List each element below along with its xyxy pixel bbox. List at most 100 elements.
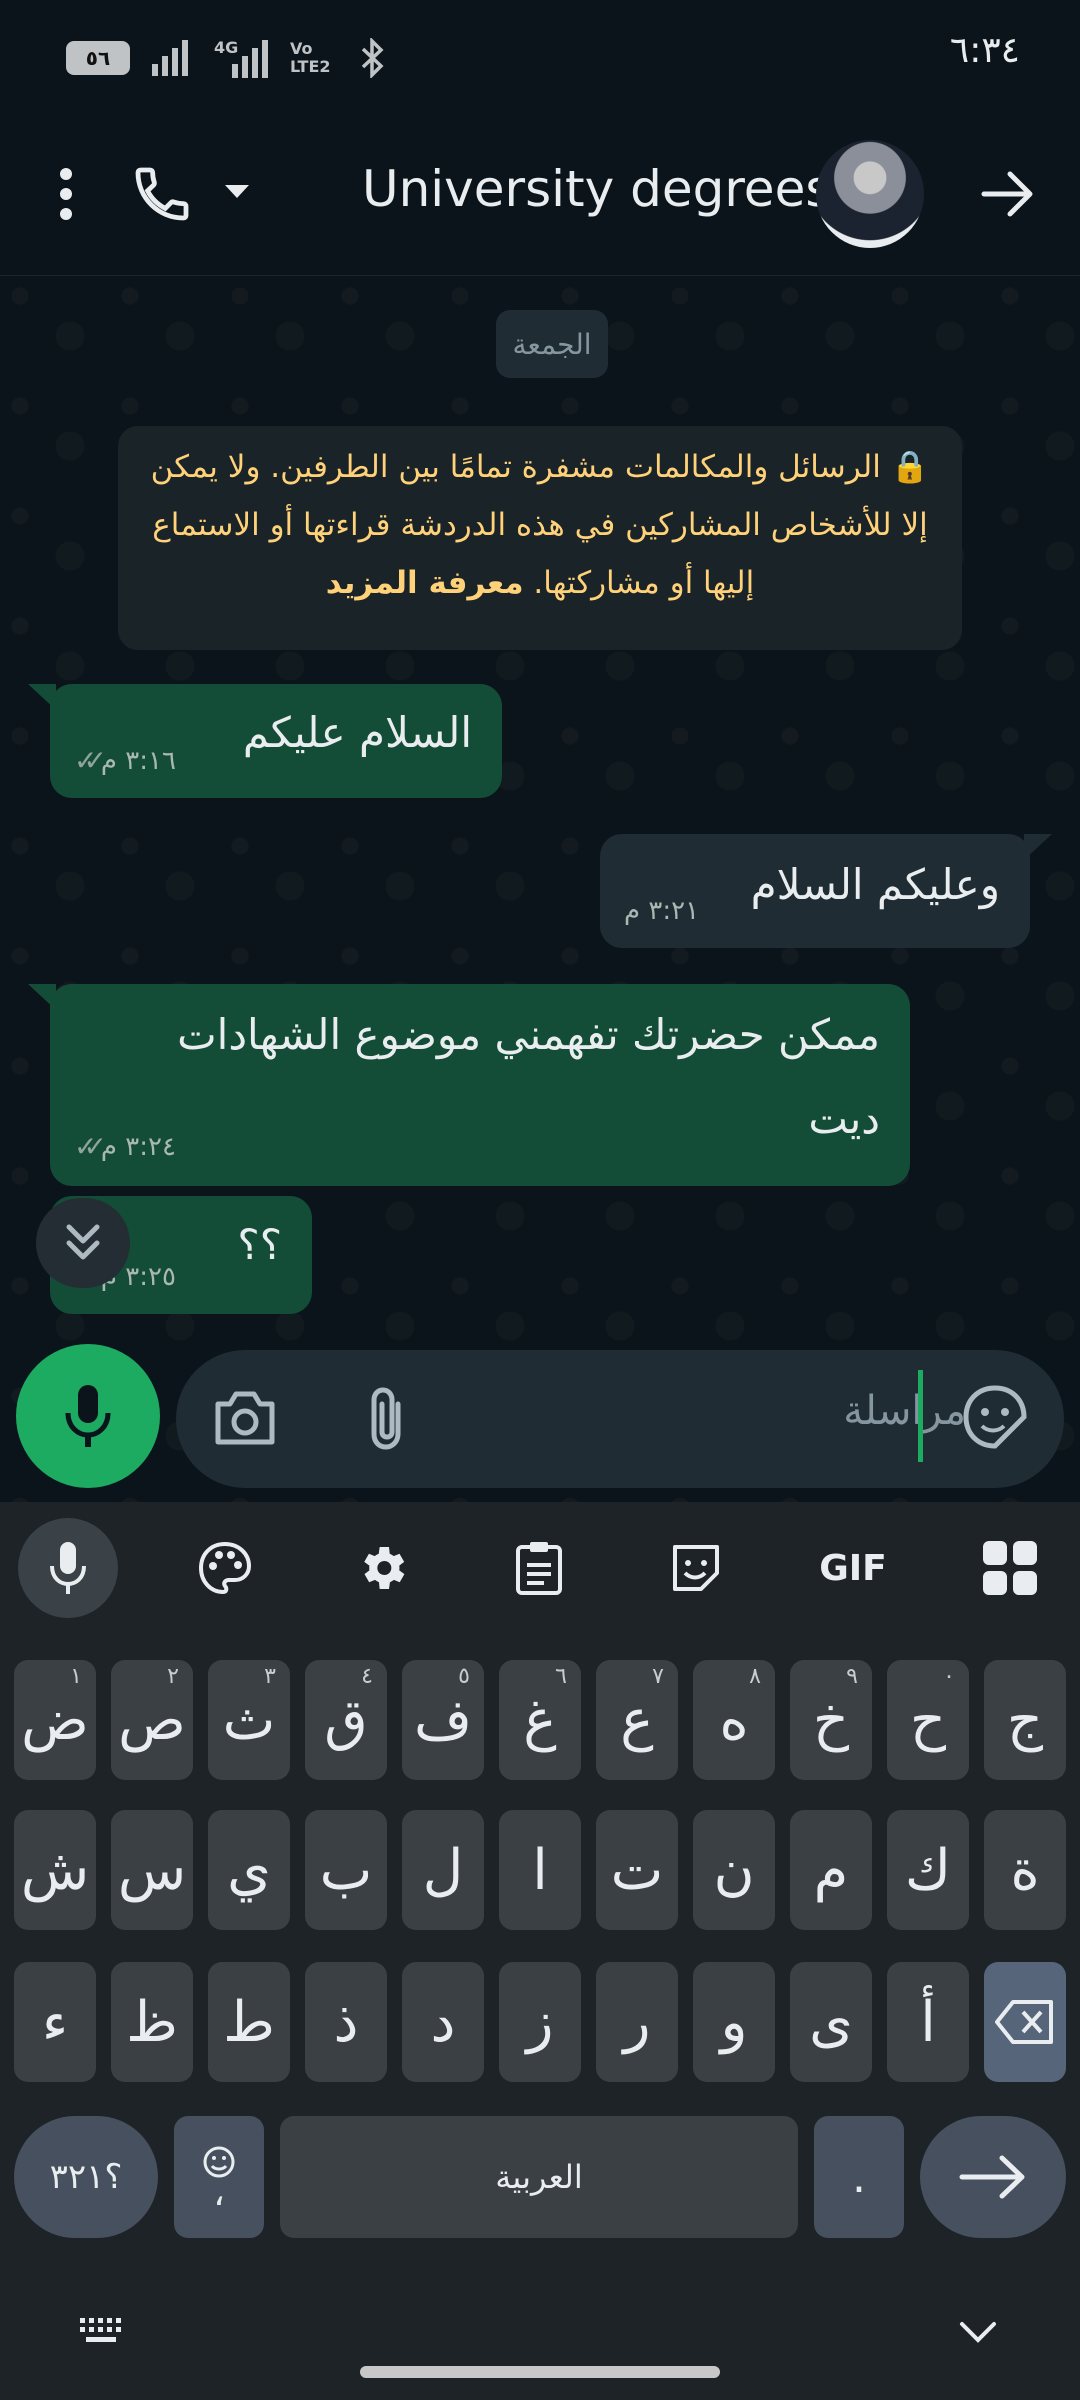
key[interactable]: ب	[305, 1810, 387, 1930]
bubble-tail	[1024, 834, 1052, 860]
message-bubble-in[interactable]: وعليكم السلام ٣:٢١ م	[600, 834, 1052, 948]
key[interactable]: ى	[790, 1962, 872, 2082]
key[interactable]: م	[790, 1810, 872, 1930]
read-ticks-icon: ✓✓	[74, 1130, 107, 1163]
more-icon[interactable]	[44, 164, 88, 228]
message-time: ٣:٢٤ م	[100, 1131, 176, 1162]
key[interactable]: ا	[499, 1810, 581, 1930]
read-ticks-icon: ✓✓	[74, 744, 107, 777]
chat-title[interactable]: University degrees	[362, 160, 831, 218]
symbols-key[interactable]: ؟٣٢١	[14, 2116, 158, 2238]
bluetooth-icon	[361, 38, 384, 78]
period-key[interactable]: .	[814, 2116, 904, 2238]
message-text: وعليكم السلام	[750, 860, 1000, 909]
keyboard-switch-icon[interactable]	[78, 2316, 128, 2350]
key-label: ة	[1010, 1837, 1040, 1903]
scroll-to-bottom-button[interactable]	[36, 1198, 130, 1288]
key-label: غ	[523, 1687, 557, 1753]
message-text: السلام عليكم	[242, 708, 472, 757]
enter-arrow-icon	[959, 2155, 1025, 2199]
key[interactable]: ذ	[305, 1962, 387, 2082]
camera-icon[interactable]	[212, 1388, 278, 1452]
key-label: ن	[713, 1837, 755, 1903]
key[interactable]: ط	[208, 1962, 290, 2082]
key-hint: ٤	[361, 1664, 373, 1689]
key[interactable]: ر	[596, 1962, 678, 2082]
key[interactable]: ض١	[14, 1660, 96, 1780]
key[interactable]: ص٢	[111, 1660, 193, 1780]
key[interactable]: ن	[693, 1810, 775, 1930]
key-label: ث	[222, 1687, 276, 1753]
key[interactable]: ز	[499, 1962, 581, 2082]
message-bubble-out[interactable]: السلام عليكم ٣:١٦ م ✓✓	[28, 684, 502, 798]
key[interactable]: أ	[887, 1962, 969, 2082]
gif-button[interactable]: GIF	[803, 1518, 903, 1618]
emoji-key[interactable]: ،	[174, 2116, 264, 2238]
key-label: ي	[227, 1837, 271, 1903]
space-key[interactable]: العربية	[280, 2116, 798, 2238]
sticker-icon[interactable]	[646, 1518, 746, 1618]
key-label: د	[430, 1989, 456, 2055]
gear-icon[interactable]	[332, 1518, 432, 1618]
key[interactable]: ش	[14, 1810, 96, 1930]
learn-more-link[interactable]: معرفة المزيد	[326, 565, 524, 601]
key[interactable]: ك	[887, 1810, 969, 1930]
key[interactable]: ل	[402, 1810, 484, 1930]
dropdown-icon[interactable]	[222, 182, 252, 206]
message-time: ٣:٢١ م	[624, 896, 700, 926]
message-bubble-out[interactable]: ممكن حضرتك تفهمني موضوع الشهادات ديت ٣:٢…	[28, 984, 910, 1186]
key[interactable]: ح٠	[887, 1660, 969, 1780]
palette-icon[interactable]	[175, 1518, 275, 1618]
key[interactable]: ع٧	[596, 1660, 678, 1780]
attach-icon[interactable]	[362, 1384, 412, 1456]
sticker-icon[interactable]	[962, 1384, 1028, 1454]
keyboard	[0, 1502, 1080, 2400]
key-hint: ٨	[749, 1664, 761, 1689]
apps-icon[interactable]	[960, 1518, 1060, 1618]
key[interactable]: ء	[14, 1962, 96, 2082]
key-label: ظ	[126, 1989, 178, 2055]
hide-keyboard-icon[interactable]	[958, 2320, 998, 2350]
key-label: ع	[620, 1687, 654, 1753]
key[interactable]: و	[693, 1962, 775, 2082]
key[interactable]: ق٤	[305, 1660, 387, 1780]
key[interactable]: ه٨	[693, 1660, 775, 1780]
key[interactable]: ي	[208, 1810, 290, 1930]
key-label: ك	[904, 1837, 952, 1903]
key[interactable]: ج	[984, 1660, 1066, 1780]
clipboard-icon[interactable]	[489, 1518, 589, 1618]
key[interactable]: ث٣	[208, 1660, 290, 1780]
signal-icon	[152, 40, 188, 76]
key-hint: ٦	[555, 1664, 567, 1689]
key[interactable]: س	[111, 1810, 193, 1930]
voice-record-button[interactable]	[16, 1344, 160, 1488]
encryption-notice[interactable]: 🔒 الرسائل والمكالمات مشفرة تمامًا بين ال…	[118, 426, 962, 650]
key[interactable]: خ٩	[790, 1660, 872, 1780]
key-hint: ١	[70, 1664, 82, 1689]
chat-header: University degrees	[0, 120, 1080, 276]
status-icons: ٥٦ 4G Vo LTE2	[66, 38, 386, 78]
key[interactable]: غ٦	[499, 1660, 581, 1780]
enter-key[interactable]	[920, 2116, 1066, 2238]
key[interactable]: ت	[596, 1810, 678, 1930]
key[interactable]: ف٥	[402, 1660, 484, 1780]
message-text: ؟؟	[237, 1220, 282, 1269]
key-label: ض	[21, 1687, 89, 1753]
phone-icon[interactable]	[130, 162, 194, 230]
key-label: ق	[324, 1687, 368, 1753]
key-hint: ٢	[167, 1664, 179, 1689]
backspace-icon	[995, 2000, 1053, 2044]
message-time: ٣:١٦ م	[100, 745, 176, 776]
mic-icon[interactable]	[18, 1518, 118, 1618]
key-label: و	[720, 1989, 748, 2055]
message-input[interactable]: مراسلة	[843, 1388, 966, 1434]
key[interactable]: د	[402, 1962, 484, 2082]
key[interactable]: ظ	[111, 1962, 193, 2082]
double-chevron-down-icon	[66, 1224, 100, 1260]
home-indicator[interactable]	[360, 2366, 720, 2378]
back-arrow-icon[interactable]	[980, 166, 1036, 226]
avatar[interactable]	[816, 140, 924, 248]
key-label: خ	[812, 1687, 850, 1753]
key[interactable]: ة	[984, 1810, 1066, 1930]
backspace-key[interactable]	[984, 1962, 1066, 2082]
